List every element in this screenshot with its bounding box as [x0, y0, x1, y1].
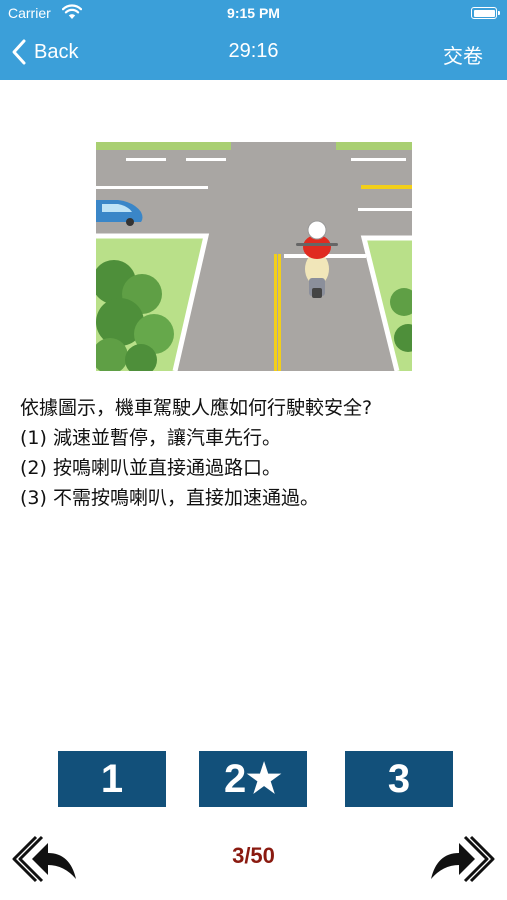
- double-arrow-right-icon[interactable]: [429, 833, 495, 885]
- status-bar: Carrier 9:15 PM: [0, 0, 507, 28]
- answer-button-2-starred[interactable]: 2★: [199, 751, 307, 807]
- answer-button-3[interactable]: 3: [345, 751, 453, 807]
- question-prompt: 依據圖示，機車駕駛人應如何行駛較安全?: [20, 397, 373, 419]
- back-button[interactable]: Back: [10, 36, 78, 68]
- double-arrow-left-icon[interactable]: [12, 833, 78, 885]
- status-time: 9:15 PM: [227, 5, 280, 21]
- question-text: 依據圖示，機車駕駛人應如何行駛較安全? (1) 減速並暫停，讓汽車先行。 (2)…: [20, 393, 490, 513]
- top-bar: Carrier 9:15 PM Back 29:16 交卷: [0, 0, 507, 80]
- submit-exam-button[interactable]: 交卷: [443, 40, 483, 69]
- question-illustration: [96, 142, 412, 371]
- intersection-scene: [96, 142, 412, 371]
- option-2-text: (2) 按鳴喇叭並直接通過路口。: [20, 457, 281, 479]
- option-1-text: (1) 減速並暫停，讓汽車先行。: [20, 427, 281, 449]
- answer-button-1[interactable]: 1: [58, 751, 166, 807]
- back-label: Back: [34, 40, 79, 63]
- option-3-text: (3) 不需按鳴喇叭，直接加速通過。: [20, 487, 319, 509]
- chevron-left-icon: [12, 39, 26, 65]
- battery-icon: [471, 7, 500, 19]
